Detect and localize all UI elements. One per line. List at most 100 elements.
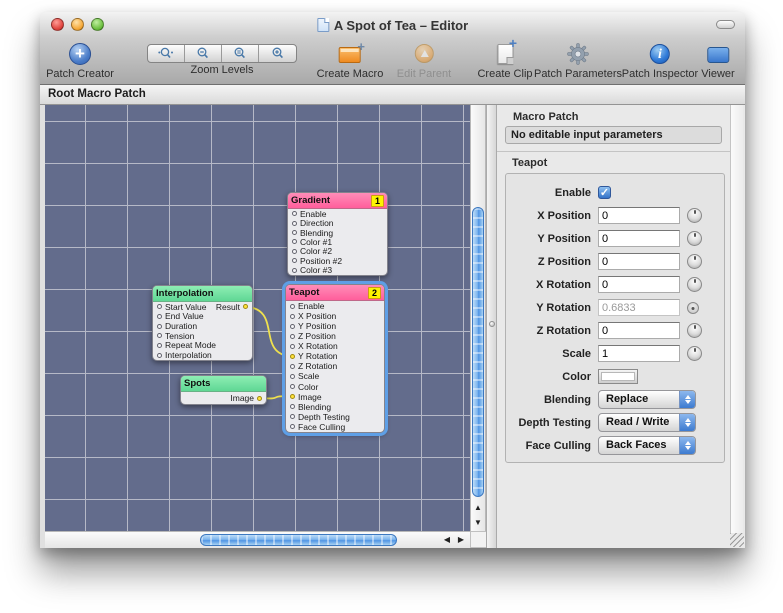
patch-canvas[interactable]: Gradient1EnableDirectionBlendingColor #1… (45, 105, 470, 531)
parameter-label: Blending (506, 394, 591, 406)
input-port-scale[interactable] (290, 374, 295, 379)
create-clip-button[interactable]: Create Clip (477, 40, 532, 80)
input-port-y-rotation[interactable] (290, 354, 295, 359)
z-position-knob[interactable] (687, 254, 702, 269)
input-port-direction[interactable] (292, 221, 297, 226)
node-port-row: Face Culling (286, 422, 384, 432)
parameter-row-x-position: X Position (506, 204, 724, 227)
zoom-actual-size-button[interactable] (148, 45, 185, 62)
input-port-start-value[interactable] (157, 304, 162, 309)
viewer-button[interactable]: Viewer (701, 40, 734, 80)
input-port-label: Tension (165, 331, 194, 341)
minimize-button[interactable] (71, 18, 84, 31)
horizontal-scroll-thumb[interactable] (200, 534, 397, 546)
node-header[interactable]: Spots (181, 376, 266, 392)
input-port-color[interactable] (290, 384, 295, 389)
toolbar-toggle-pill[interactable] (716, 20, 735, 29)
node-interpolation[interactable]: InterpolationStart ValueResultEnd ValueD… (152, 285, 253, 361)
parameter-label: Z Position (506, 256, 591, 268)
input-port-blending[interactable] (292, 230, 297, 235)
x-rotation-field[interactable] (598, 276, 680, 293)
node-header[interactable]: Teapot2 (286, 285, 384, 301)
input-port-label: Blending (298, 402, 331, 412)
input-port-enable[interactable] (290, 304, 295, 309)
patch-inspector-button[interactable]: i Patch Inspector (622, 40, 698, 80)
node-spots[interactable]: SpotsImage (180, 375, 267, 405)
zoom-out-button[interactable] (185, 45, 222, 62)
input-port-position-2[interactable] (292, 258, 297, 263)
window-resize-grip[interactable] (730, 533, 744, 547)
z-position-field[interactable] (598, 253, 680, 270)
canvas-vertical-scrollbar[interactable]: ▲ ▼ (470, 105, 486, 531)
input-port-label: End Value (165, 311, 204, 321)
input-port-duration[interactable] (157, 324, 162, 329)
input-port-label: Face Culling (298, 422, 345, 432)
input-port-image[interactable] (290, 394, 295, 399)
x-position-knob[interactable] (687, 208, 702, 223)
patch-creator-button[interactable]: + Patch Creator (46, 40, 114, 80)
input-port-face-culling[interactable] (290, 424, 295, 429)
node-port-row: Tension (153, 331, 252, 341)
node-teapot[interactable]: Teapot2EnableX PositionY PositionZ Posit… (285, 284, 385, 433)
y-position-field[interactable] (598, 230, 680, 247)
panel-scrollbar-track[interactable] (730, 105, 743, 533)
output-port-image[interactable] (257, 396, 262, 401)
node-gradient[interactable]: Gradient1EnableDirectionBlendingColor #1… (287, 192, 388, 276)
node-header[interactable]: Gradient 1 (288, 193, 387, 209)
x-position-field[interactable] (598, 207, 680, 224)
title-bar[interactable]: A Spot of Tea – Editor (40, 12, 745, 38)
parameter-row-enable: Enable✓ (506, 181, 724, 204)
input-port-color-3[interactable] (292, 268, 297, 273)
input-port-enable[interactable] (292, 211, 297, 216)
depth-testing-popup[interactable]: Read / Write (598, 413, 696, 432)
input-port-color-2[interactable] (292, 249, 297, 254)
input-port-label: Scale (298, 371, 319, 381)
input-port-blending[interactable] (290, 404, 295, 409)
scroll-left-arrow[interactable]: ◀ (440, 532, 454, 547)
scale-field[interactable] (598, 345, 680, 362)
document-proxy-icon[interactable] (317, 18, 329, 32)
input-port-y-position[interactable] (290, 324, 295, 329)
input-port-x-position[interactable] (290, 314, 295, 319)
y-rotation-field[interactable] (598, 299, 680, 316)
input-port-z-rotation[interactable] (290, 364, 295, 369)
blending-popup[interactable]: Replace (598, 390, 696, 409)
input-port-depth-testing[interactable] (290, 414, 295, 419)
node-order-badge: 1 (371, 195, 384, 207)
input-port-x-rotation[interactable] (290, 344, 295, 349)
node-port-row: Interpolation (153, 350, 252, 360)
node-header[interactable]: Interpolation (153, 286, 252, 302)
input-port-interpolation[interactable] (157, 353, 162, 358)
scale-knob[interactable] (687, 346, 702, 361)
input-port-color-1[interactable] (292, 239, 297, 244)
scroll-up-arrow[interactable]: ▲ (471, 500, 485, 515)
y-position-knob[interactable] (687, 231, 702, 246)
input-port-repeat-mode[interactable] (157, 343, 162, 348)
parameter-row-color: Color (506, 365, 724, 388)
canvas-horizontal-scrollbar[interactable]: ◀ ▶ (45, 531, 470, 548)
patch-parameters-button[interactable]: Patch Parameters (534, 40, 622, 80)
create-macro-button[interactable]: Create Macro (317, 40, 384, 80)
panel-splitter[interactable] (486, 105, 497, 548)
face-culling-popup[interactable]: Back Faces (598, 436, 696, 455)
z-rotation-field[interactable] (598, 322, 680, 339)
scroll-down-arrow[interactable]: ▼ (471, 515, 485, 530)
enable-checkbox[interactable]: ✓ (598, 186, 611, 199)
vertical-scroll-thumb[interactable] (472, 207, 484, 497)
z-rotation-knob[interactable] (687, 323, 702, 338)
zoom-fit-button[interactable] (222, 45, 259, 62)
input-port-end-value[interactable] (157, 314, 162, 319)
input-port-tension[interactable] (157, 333, 162, 338)
output-port-result[interactable] (243, 304, 248, 309)
splitter-dimple-handle[interactable] (489, 321, 495, 327)
scroll-right-arrow[interactable]: ▶ (454, 532, 468, 547)
color-well[interactable] (598, 369, 638, 384)
input-port-label: Image (298, 392, 322, 402)
close-button[interactable] (51, 18, 64, 31)
zoom-button[interactable] (91, 18, 104, 31)
x-rotation-knob[interactable] (687, 277, 702, 292)
zoom-in-button[interactable] (259, 45, 296, 62)
input-port-z-position[interactable] (290, 334, 295, 339)
y-rotation-knob[interactable] (687, 302, 699, 314)
node-title: Gradient (291, 195, 330, 206)
